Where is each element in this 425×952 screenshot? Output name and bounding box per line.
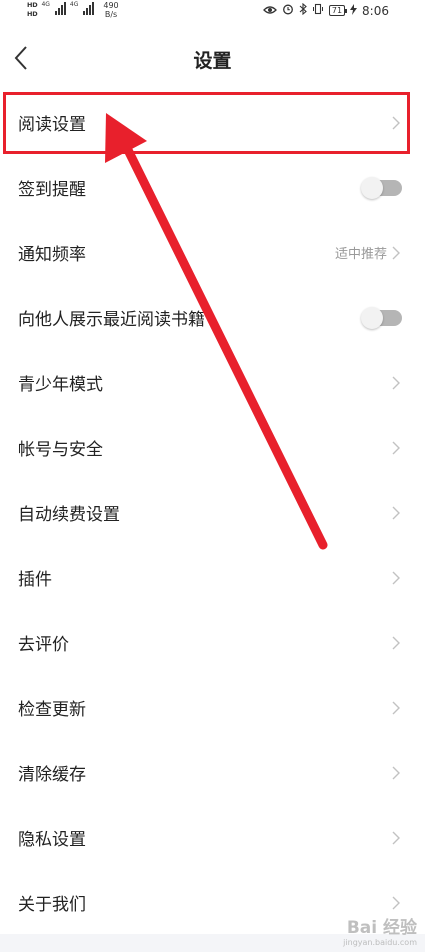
setting-value: 适中推荐: [334, 247, 387, 262]
toggle-knob: [361, 176, 383, 199]
toggle-knob: [361, 306, 383, 329]
setting-label: 自动续费设置: [18, 505, 120, 525]
chevron-right-icon: [392, 571, 400, 584]
highlight-box: [3, 92, 410, 154]
speed-value: 490: [103, 1, 119, 10]
chevron-right-icon: [392, 766, 400, 779]
watermark-logo: Bai 经验: [346, 918, 417, 938]
setting-check-update[interactable]: 检查更新: [0, 675, 425, 740]
settings-list: 阅读设置 签到提醒 通知频率 适中推荐 向他人展示最近阅读书籍 青少年模式 帐号…: [0, 90, 425, 935]
setting-auto-renew[interactable]: 自动续费设置: [0, 480, 425, 545]
setting-label: 插件: [18, 570, 52, 590]
chevron-right-icon: [392, 831, 400, 844]
speed-unit: B/s: [104, 10, 118, 19]
watermark-url: jingyan.baidu.com: [343, 938, 417, 947]
setting-label: 签到提醒: [18, 180, 86, 200]
status-bar-right: 71 8:06: [262, 2, 389, 18]
setting-label: 青少年模式: [18, 375, 103, 395]
bluetooth-icon: [299, 2, 307, 18]
setting-checkin-reminder: 签到提醒: [0, 155, 425, 220]
setting-label: 去评价: [18, 635, 69, 655]
signal-icon-2: [83, 1, 95, 15]
chevron-right-icon: [392, 376, 400, 389]
setting-teen-mode[interactable]: 青少年模式: [0, 350, 425, 415]
network-speed: 490 B/s: [103, 1, 118, 19]
chevron-right-icon: [392, 246, 400, 259]
setting-label: 通知频率: [18, 245, 86, 265]
chevron-right-icon: [392, 441, 400, 454]
clock: 8:06: [362, 3, 389, 18]
setting-label: 关于我们: [18, 895, 86, 915]
hd-label-2: HD: [27, 10, 38, 18]
alarm-icon: [282, 3, 294, 18]
setting-rate[interactable]: 去评价: [0, 610, 425, 675]
setting-label: 隐私设置: [18, 830, 86, 850]
vibrate-icon: [312, 3, 324, 18]
battery-icon: 71: [328, 5, 348, 16]
charging-icon: [350, 3, 358, 18]
checkin-reminder-toggle[interactable]: [361, 176, 402, 199]
chevron-right-icon: [392, 701, 400, 714]
hd-label-1: HD: [27, 1, 38, 9]
network-type-1: 4G: [41, 1, 50, 8]
setting-label: 清除缓存: [18, 765, 86, 785]
show-reading-toggle[interactable]: [361, 306, 402, 329]
eye-icon: [262, 4, 277, 18]
setting-notify-frequency[interactable]: 通知频率 适中推荐: [0, 220, 425, 285]
setting-label: 帐号与安全: [18, 440, 103, 460]
chevron-right-icon: [392, 506, 400, 519]
watermark: Bai 经验 jingyan.baidu.com: [343, 918, 417, 948]
nav-bar: 设置: [0, 30, 425, 86]
signal-icon-1: [54, 1, 66, 15]
setting-label: 检查更新: [18, 700, 86, 720]
chevron-right-icon: [392, 636, 400, 649]
network-type-2: 4G: [69, 1, 79, 8]
status-bar-left: HD HD 4G 4G 490 B/s: [27, 1, 119, 19]
setting-show-reading: 向他人展示最近阅读书籍: [0, 285, 425, 350]
page-title: 设置: [193, 50, 232, 72]
setting-clear-cache[interactable]: 清除缓存: [0, 740, 425, 805]
setting-label: 向他人展示最近阅读书籍: [18, 310, 205, 330]
setting-privacy[interactable]: 隐私设置: [0, 805, 425, 870]
status-bar: HD HD 4G 4G 490 B/s 71 8:06: [0, 0, 425, 24]
chevron-right-icon: [392, 896, 400, 909]
setting-plugins[interactable]: 插件: [0, 545, 425, 610]
setting-account-security[interactable]: 帐号与安全: [0, 415, 425, 480]
